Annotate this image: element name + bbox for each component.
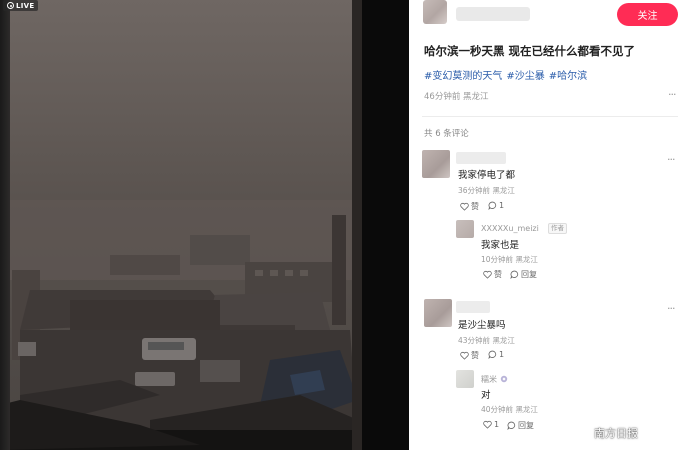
reply-button[interactable]: 回复	[510, 269, 537, 280]
dust-storm-window-photo	[0, 0, 409, 450]
like-button[interactable]: 赞	[460, 350, 479, 361]
reply-button[interactable]: 1	[488, 201, 504, 210]
post-photo[interactable]: LIVE	[0, 0, 409, 450]
reply-button[interactable]: 回复	[507, 420, 534, 431]
comment-time: 36分钟前	[458, 186, 491, 195]
hashtag-list: #变幻莫测的天气 #沙尘暴 #哈尔滨	[424, 67, 591, 82]
more-icon[interactable]: ···	[667, 303, 675, 314]
comment-text: 是沙尘暴吗	[458, 320, 506, 331]
comment-meta: 36分钟前 黑龙江	[458, 185, 515, 196]
weibo-logo-icon	[568, 427, 589, 441]
comment-icon	[488, 350, 497, 359]
commenter-name-redacted[interactable]	[456, 152, 506, 164]
divider	[422, 116, 678, 117]
weibo-watermark: 南方日报	[568, 425, 638, 441]
reply-meta: 40分钟前 黑龙江	[481, 404, 538, 415]
badge-icon	[500, 375, 507, 383]
hashtag-link[interactable]: #哈尔滨	[549, 71, 587, 82]
heart-icon	[460, 202, 469, 211]
commenter-avatar[interactable]	[422, 150, 450, 178]
reply-button[interactable]: 1	[488, 350, 504, 359]
reply-label: 回复	[518, 421, 534, 430]
post-meta: 46分钟前 黑龙江	[424, 90, 489, 102]
reply-location: 黑龙江	[515, 255, 538, 264]
follow-button[interactable]: 关注	[617, 3, 678, 26]
comment-icon	[488, 201, 497, 210]
comment-location: 黑龙江	[492, 186, 515, 195]
live-badge[interactable]: LIVE	[3, 0, 39, 11]
post-detail-panel: 关注 哈尔滨一秒天黑 现在已经什么都看不见了 #变幻莫测的天气 #沙尘暴 #哈尔滨 …	[409, 0, 690, 450]
author-avatar[interactable]	[423, 0, 447, 24]
reply-label: 回复	[521, 270, 537, 279]
post-title: 哈尔滨一秒天黑 现在已经什么都看不见了	[424, 44, 636, 58]
like-button[interactable]: 赞	[483, 269, 502, 280]
heart-icon	[483, 270, 492, 279]
reply-author-name[interactable]: 糯米	[481, 374, 508, 385]
comment-meta: 43分钟前 黑龙江	[458, 335, 515, 346]
reply-avatar[interactable]	[456, 220, 474, 238]
comment-location: 黑龙江	[492, 336, 515, 345]
reply-time: 40分钟前	[481, 405, 514, 414]
like-label: 赞	[494, 270, 502, 279]
reply-meta: 10分钟前 黑龙江	[481, 254, 538, 265]
author-name-redacted[interactable]	[456, 7, 530, 21]
more-icon[interactable]: ···	[668, 89, 676, 100]
like-button[interactable]: 赞	[460, 201, 479, 212]
comment-text: 我家停电了都	[458, 170, 516, 181]
comment-time: 43分钟前	[458, 336, 491, 345]
comment-icon	[507, 421, 516, 430]
heart-icon	[460, 351, 469, 360]
post-time: 46分钟前	[424, 92, 461, 102]
hashtag-link[interactable]: #变幻莫测的天气	[424, 71, 502, 82]
like-label: 赞	[471, 351, 479, 360]
hashtag-link[interactable]: #沙尘暴	[506, 71, 544, 82]
reply-count: 1	[499, 201, 505, 210]
like-count: 1	[494, 420, 500, 429]
comment-icon	[510, 270, 519, 279]
reply-time: 10分钟前	[481, 255, 514, 264]
commenter-avatar[interactable]	[424, 299, 452, 327]
heart-icon	[483, 420, 492, 429]
live-photo-icon	[7, 2, 14, 9]
post-location: 黑龙江	[463, 92, 489, 102]
author-tag: 作者	[548, 223, 567, 234]
reply-location: 黑龙江	[515, 405, 538, 414]
watermark-text: 南方日报	[594, 427, 638, 440]
live-label: LIVE	[16, 1, 35, 10]
reply-text: 我家也是	[481, 240, 520, 251]
comment-count: 共 6 条评论	[424, 129, 469, 139]
like-label: 赞	[471, 202, 479, 211]
reply-text: 对	[481, 390, 491, 401]
reply-avatar[interactable]	[456, 370, 474, 388]
commenter-name-redacted[interactable]	[456, 301, 490, 313]
like-button[interactable]: 1	[483, 420, 499, 429]
reply-count: 1	[499, 350, 505, 359]
more-icon[interactable]: ···	[667, 154, 675, 165]
reply-author-name[interactable]: XXXXXu_meizi	[481, 224, 539, 233]
